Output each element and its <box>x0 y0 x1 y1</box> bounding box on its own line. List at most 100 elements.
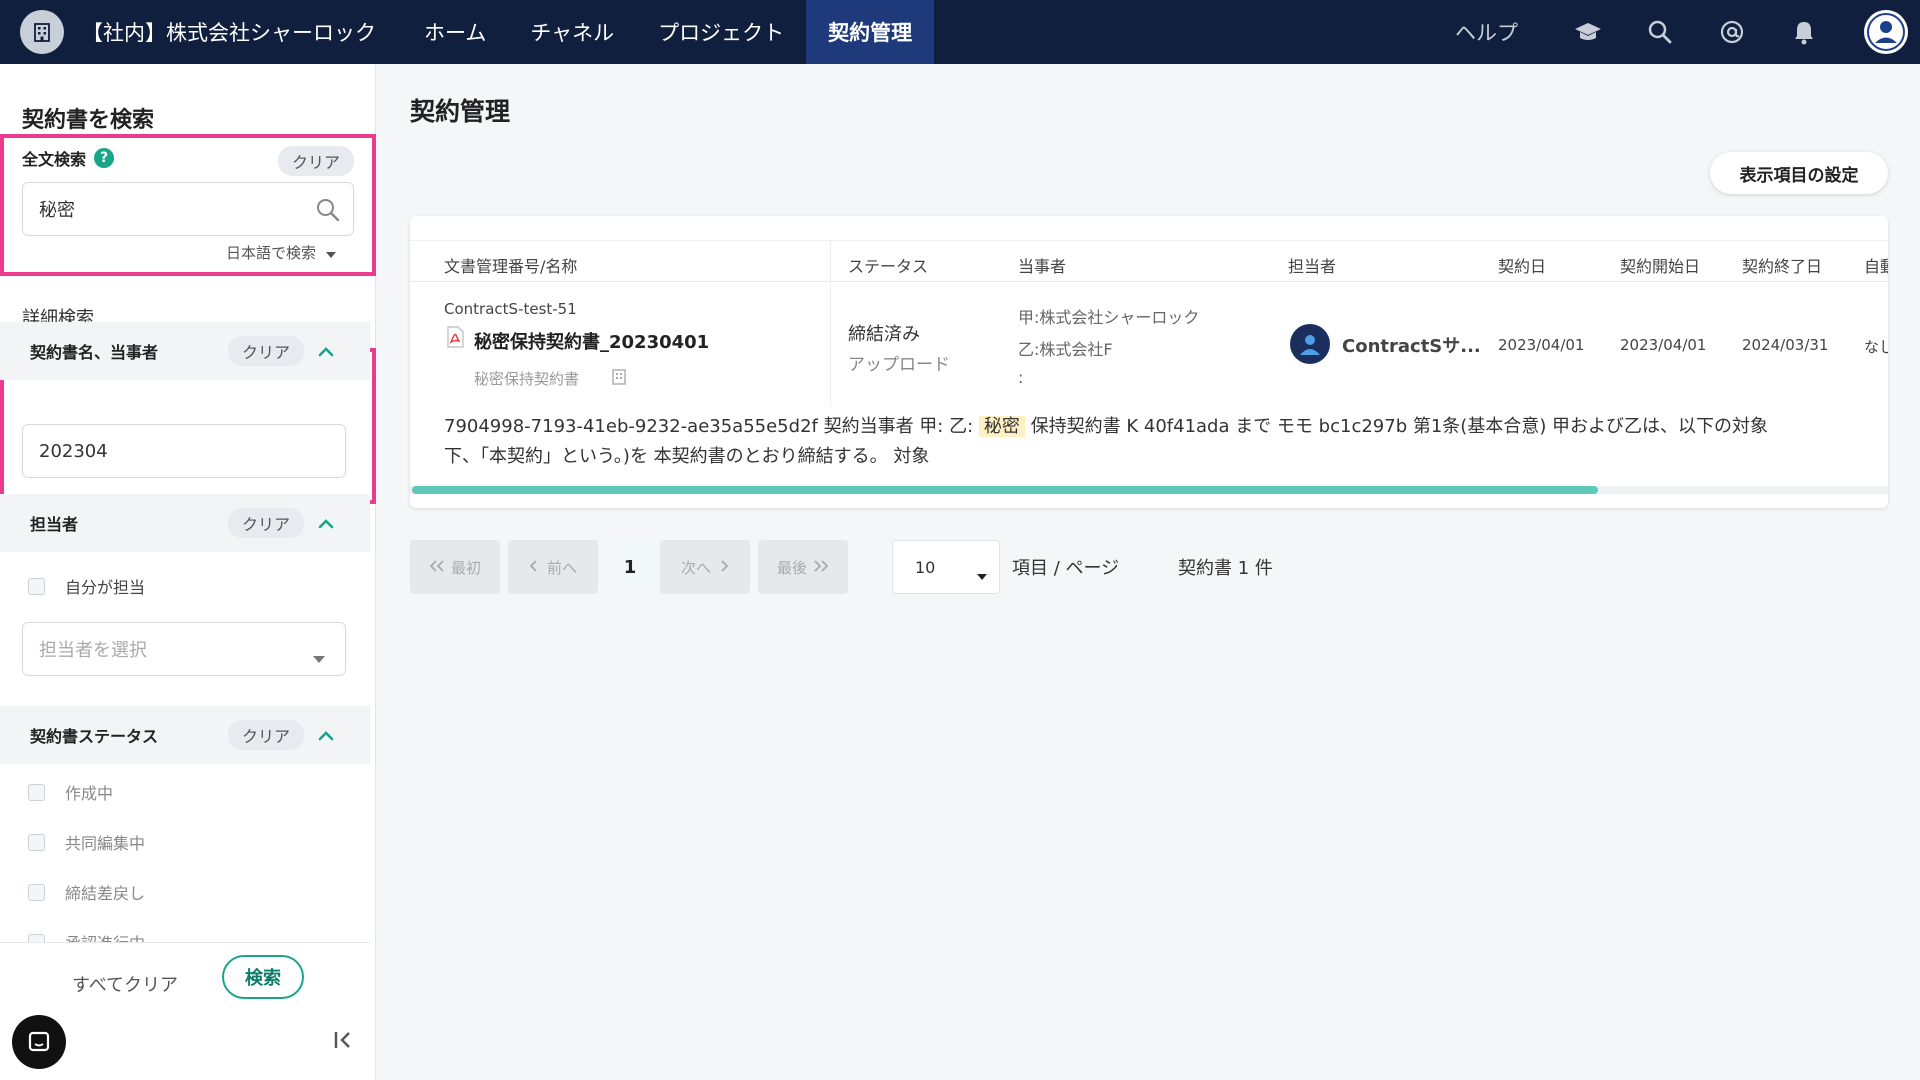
status-option[interactable]: 締結差戻し <box>28 880 145 904</box>
snippet-after: 保持契約書 K 40f41ada まで モモ bc1c297b 第1条(基本合意… <box>1030 416 1769 437</box>
search-button[interactable]: 検索 <box>222 955 304 999</box>
caret-down-icon <box>313 647 325 668</box>
document-name-link[interactable]: 秘密保持契約書_20230401 <box>474 328 709 354</box>
language-select[interactable]: 日本語で検索 <box>226 242 337 263</box>
status-section-header[interactable]: 契約書ステータス クリア <box>0 706 370 764</box>
status-option[interactable]: 作成中 <box>28 780 113 804</box>
column-header-status[interactable]: ステータス <box>848 253 928 277</box>
collapse-sidebar-icon[interactable] <box>332 1029 354 1055</box>
column-divider <box>830 240 831 406</box>
status-option-label: 共同編集中 <box>65 834 146 853</box>
header-tools: ヘルプ <box>1455 0 1908 64</box>
fulltext-clear-button[interactable]: クリア <box>278 146 355 176</box>
name-party-input[interactable]: 202304 <box>22 424 346 478</box>
search-snippet: 7904998-7193-41eb-9232-ae35a55e5d2f 契約当事… <box>444 412 1884 472</box>
fulltext-label: 全文検索 <box>22 150 87 169</box>
double-chevron-right-icon <box>813 558 829 576</box>
double-chevron-left-icon <box>429 558 445 576</box>
prev-page-button[interactable]: 前へ <box>508 540 598 594</box>
mention-icon[interactable] <box>1715 15 1749 49</box>
document-id: ContractS-test-51 <box>444 300 577 318</box>
fulltext-search-input[interactable]: 秘密 <box>22 182 354 236</box>
party-a: 甲:株式会社シャーロック <box>1018 308 1200 327</box>
name-party-label: 契約書名、当事者 <box>30 343 159 362</box>
graduation-cap-icon[interactable] <box>1571 15 1605 49</box>
status-checkbox[interactable] <box>28 783 45 801</box>
last-page-button[interactable]: 最後 <box>758 540 848 594</box>
name-party-section-header[interactable]: 契約書名、当事者 クリア <box>0 322 370 380</box>
display-settings-button[interactable]: 表示項目の設定 <box>1710 152 1888 194</box>
name-party-value: 202304 <box>39 440 108 462</box>
contract-date: 2023/04/01 <box>1498 336 1585 354</box>
party-b: 乙:株式会社F <box>1018 340 1113 359</box>
fulltext-search-value: 秘密 <box>39 200 75 221</box>
snippet-line-1: 7904998-7193-41eb-9232-ae35a55e5d2f 契約当事… <box>444 412 1884 442</box>
first-page-button[interactable]: 最初 <box>410 540 500 594</box>
document-type: 秘密保持契約書 <box>474 370 580 388</box>
search-icon[interactable] <box>315 197 341 228</box>
snippet-line-2: 下、「本契約」という。)を 本契約書のとおり締結する。 対象 <box>444 446 930 467</box>
bell-icon[interactable] <box>1787 15 1821 49</box>
nav-home[interactable]: ホーム <box>402 0 508 64</box>
main-nav: ホーム チャネル プロジェクト 契約管理 <box>402 0 935 64</box>
organization-name: 【社内】株式会社シャーロック <box>82 21 376 45</box>
top-navigation-bar: 【社内】株式会社シャーロック ホーム チャネル プロジェクト 契約管理 ヘルプ <box>0 0 1920 64</box>
chevron-up-icon[interactable] <box>318 514 334 533</box>
name-party-clear-button[interactable]: クリア <box>227 336 304 366</box>
status-clear-button[interactable]: クリア <box>227 720 304 750</box>
user-avatar[interactable] <box>1864 10 1908 54</box>
horizontal-scrollbar-thumb[interactable] <box>412 486 1598 494</box>
assignee-select-placeholder: 担当者を選択 <box>39 640 147 661</box>
items-per-page-value: 10 <box>915 557 936 577</box>
chevron-up-icon[interactable] <box>318 342 334 361</box>
assignee-select[interactable]: 担当者を選択 <box>22 622 346 676</box>
first-page-label: 最初 <box>450 558 481 577</box>
self-assigned-checkbox-row[interactable]: 自分が担当 <box>28 574 145 598</box>
next-page-label: 次へ <box>680 558 711 577</box>
status-sub-value: アップロード <box>848 355 950 375</box>
nav-channel[interactable]: チャネル <box>508 0 636 64</box>
current-page-button[interactable]: 1 <box>606 540 654 594</box>
assignee-avatar <box>1290 324 1330 364</box>
auto-renew: なし <box>1864 338 1888 356</box>
last-page-label: 最後 <box>776 558 807 577</box>
end-date: 2024/03/31 <box>1742 336 1829 354</box>
nav-contract-management[interactable]: 契約管理 <box>806 0 935 64</box>
column-header-document[interactable]: 文書管理番号/名称 <box>444 253 577 277</box>
column-header-end-date[interactable]: 契約終了日 <box>1742 253 1822 277</box>
snippet-before: 7904998-7193-41eb-9232-ae35a55e5d2f 契約当事… <box>444 416 974 437</box>
status-option[interactable]: 共同編集中 <box>28 830 145 854</box>
sidebar-footer: すべてクリア 検索 <box>0 942 370 1080</box>
self-assigned-checkbox[interactable] <box>28 577 45 595</box>
party-c: : <box>1018 368 1024 387</box>
status-checkbox[interactable] <box>28 883 45 901</box>
chevron-left-icon <box>529 558 537 576</box>
organization-switcher[interactable]: 【社内】株式会社シャーロック <box>0 0 376 64</box>
help-circle-icon[interactable]: ? <box>94 148 115 168</box>
assignee-label: 担当者 <box>30 515 79 534</box>
assignee-section-header[interactable]: 担当者 クリア <box>0 494 370 552</box>
column-header-auto-renew[interactable]: 自動 <box>1864 253 1888 277</box>
building-icon <box>20 10 64 54</box>
nav-project[interactable]: プロジェクト <box>636 0 806 64</box>
status-checkbox[interactable] <box>28 833 45 851</box>
help-link[interactable]: ヘルプ <box>1455 17 1518 47</box>
assignee-clear-button[interactable]: クリア <box>227 508 304 538</box>
column-header-contract-date[interactable]: 契約日 <box>1498 253 1546 277</box>
pdf-file-icon <box>446 326 464 352</box>
status-option-label: 締結差戻し <box>65 884 146 903</box>
chevron-up-icon[interactable] <box>318 726 334 745</box>
chat-support-icon[interactable] <box>12 1015 66 1069</box>
page-title: 契約管理 <box>410 97 511 126</box>
fulltext-label-group: 全文検索 ? <box>22 146 115 170</box>
next-page-button[interactable]: 次へ <box>660 540 750 594</box>
column-header-start-date[interactable]: 契約開始日 <box>1620 253 1700 277</box>
search-icon[interactable] <box>1643 15 1677 49</box>
column-header-assignee[interactable]: 担当者 <box>1288 253 1336 277</box>
prev-page-label: 前へ <box>546 558 577 577</box>
items-per-page-select[interactable]: 10 <box>892 540 1000 594</box>
column-header-party[interactable]: 当事者 <box>1018 253 1066 277</box>
caret-down-icon <box>977 565 987 584</box>
status-label: 契約書ステータス <box>30 727 159 746</box>
clear-all-button[interactable]: すべてクリア <box>72 971 178 997</box>
